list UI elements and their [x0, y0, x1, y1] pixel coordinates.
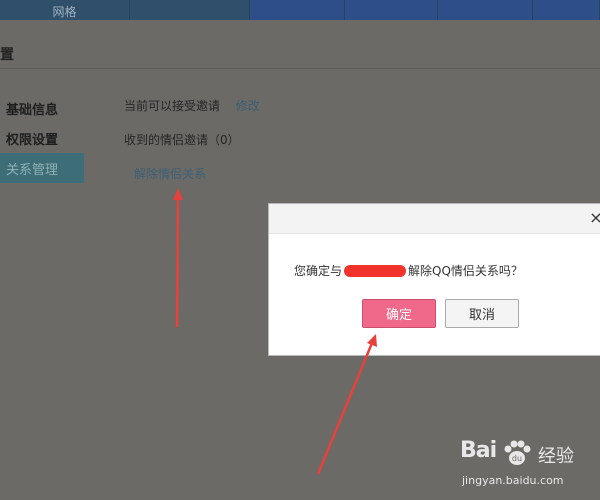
paw-icon: du	[504, 440, 531, 465]
close-icon[interactable]: ×	[587, 209, 600, 227]
top-nav-tab[interactable]	[438, 0, 533, 20]
watermark: Bai du 经验 jingyan.baidu.com	[458, 436, 598, 496]
redacted-name	[344, 264, 407, 277]
sidebar-item-basic-info[interactable]: 基础信息	[0, 93, 84, 123]
sidebar-item-label: 权限设置	[6, 132, 59, 148]
unlink-couple-link[interactable]: 解除情侣关系	[134, 165, 206, 182]
svg-text:du: du	[512, 454, 522, 463]
dialog-message: 您确定与 解除QQ情侣关系吗？	[294, 262, 523, 279]
top-nav: 网格	[0, 0, 600, 20]
top-nav-tab[interactable]	[533, 0, 600, 20]
watermark-url: jingyan.baidu.com	[462, 474, 564, 487]
top-nav-tab[interactable]	[250, 0, 345, 20]
sidebar-item-relationship[interactable]: 关系管理	[0, 153, 84, 183]
top-nav-tab[interactable]	[130, 0, 250, 20]
received-invites-text: 收到的情侣邀请（0）	[124, 133, 240, 147]
sidebar-item-label: 关系管理	[6, 162, 59, 178]
arrow-to-unlink-icon	[173, 188, 183, 328]
watermark-logo: Bai	[460, 438, 497, 463]
top-nav-tab[interactable]	[345, 0, 438, 20]
confirm-button[interactable]: 确定	[362, 299, 436, 328]
page-title: 置	[0, 47, 14, 63]
invite-status-text: 当前可以接受邀请	[124, 99, 221, 113]
invite-status-row: 当前可以接受邀请 修改	[124, 97, 260, 114]
modify-link[interactable]: 修改	[236, 99, 260, 113]
confirm-dialog: × 您确定与 解除QQ情侣关系吗？ 确定 取消	[268, 203, 600, 356]
sidebar-item-permissions[interactable]: 权限设置	[0, 123, 84, 153]
cancel-button[interactable]: 取消	[445, 299, 519, 328]
dialog-message-prefix: 您确定与	[294, 264, 343, 278]
dialog-header	[269, 204, 600, 234]
watermark-suffix: 经验	[538, 446, 574, 467]
sidebar-item-label: 基础信息	[6, 102, 59, 118]
top-nav-tab[interactable]: 网格	[0, 0, 130, 20]
dialog-message-suffix: 解除QQ情侣关系吗？	[408, 264, 523, 278]
title-divider	[0, 68, 600, 69]
